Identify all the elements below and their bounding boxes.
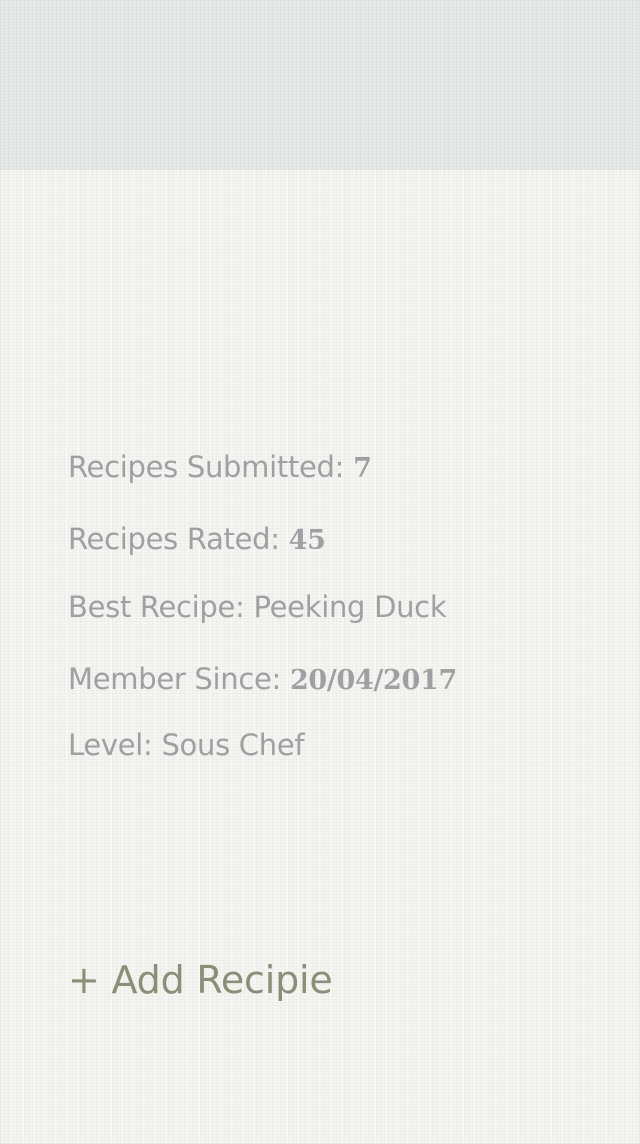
recipes-submitted-label: Recipes Submitted: [68,450,345,484]
best-recipe-stat: Best Recipe: Peeking Duck [68,590,447,624]
recipes-rated-value: 45 [288,525,326,556]
member-since-label: Member Since: [68,662,282,696]
level-stat: Level: Sous Chef [68,728,305,762]
best-recipe-label: Best Recipe: [68,590,245,624]
recipes-rated-stat: Recipes Rated: 45 [68,522,326,556]
header-band [0,0,640,170]
level-label: Level: [68,728,153,762]
best-recipe-value: Peeking Duck [253,590,447,624]
recipes-submitted-stat: Recipes Submitted: 7 [68,450,372,484]
recipes-submitted-value: 7 [353,453,372,484]
member-since-value: 20/04/2017 [289,665,457,696]
member-since-stat: Member Since: 20/04/2017 [68,662,457,696]
add-recipe-button[interactable]: + Add Recipie [68,958,333,1002]
level-value: Sous Chef [161,728,305,762]
recipes-rated-label: Recipes Rated: [68,522,280,556]
